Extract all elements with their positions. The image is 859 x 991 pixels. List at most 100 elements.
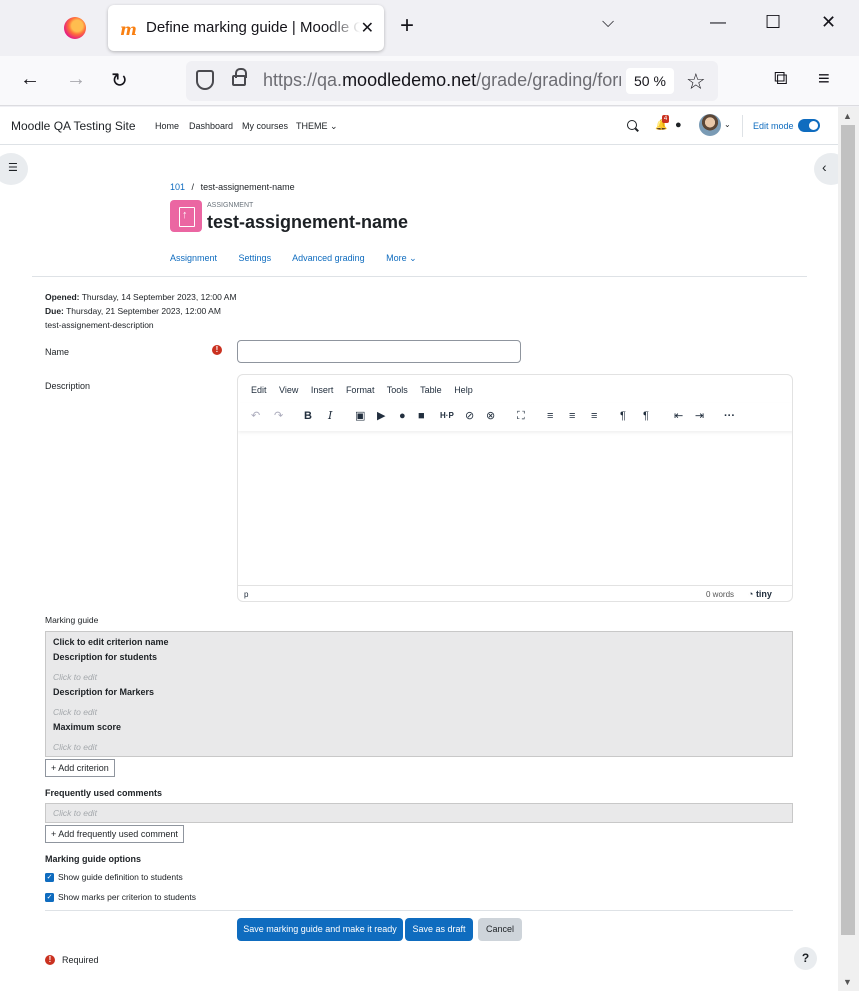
editor-menu-help[interactable]: Help	[454, 385, 473, 395]
show-definition-label[interactable]: Show guide definition to students	[58, 872, 183, 882]
align-left-icon[interactable]: ≡	[547, 410, 553, 422]
redo-icon[interactable]: ↷	[274, 410, 283, 422]
nav-dashboard[interactable]: Dashboard	[189, 121, 233, 131]
nav-theme[interactable]: THEME ⌄	[296, 121, 338, 132]
nav-my-courses[interactable]: My courses	[242, 121, 288, 131]
h5p-icon[interactable]: H·P	[440, 410, 454, 422]
padlock-icon[interactable]	[232, 68, 247, 86]
italic-icon[interactable]: I	[328, 410, 332, 422]
page-content: Moodle QA Testing Site Home Dashboard My…	[0, 107, 838, 991]
tracking-shield-icon[interactable]	[196, 70, 214, 90]
bold-icon[interactable]: B	[304, 410, 312, 422]
show-marks-checkbox[interactable]: ✓	[45, 893, 54, 902]
tab-list-chevron-icon[interactable]: ⌵	[602, 14, 614, 32]
editor-element-path[interactable]: p	[244, 590, 248, 599]
edit-mode-toggle[interactable]	[798, 119, 820, 132]
editor-menu-edit[interactable]: Edit	[251, 385, 267, 395]
hamburger-menu-icon[interactable]: ≡	[818, 68, 830, 91]
cancel-button[interactable]: Cancel	[478, 918, 522, 941]
microphone-icon[interactable]: ●	[399, 410, 406, 422]
frequent-comments-box: Click to edit	[45, 803, 793, 823]
close-window-icon[interactable]: ✕	[821, 12, 836, 33]
messages-chat-icon[interactable]: ●	[675, 119, 682, 131]
tiny-logo-icon: ◔	[748, 589, 756, 599]
add-criterion-button[interactable]: + Add criterion	[45, 759, 115, 777]
new-tab-plus-icon[interactable]: +	[400, 12, 414, 40]
back-arrow-icon[interactable]: ←	[20, 68, 40, 91]
rtl-icon[interactable]: ¶	[643, 410, 649, 422]
frequent-comments-label: Frequently used comments	[45, 788, 163, 798]
tab-close-icon[interactable]: ✕	[361, 18, 374, 38]
page-scrollbar[interactable]: ▲ ▼	[838, 107, 859, 991]
criterion-box: Click to edit criterion name Description…	[45, 631, 793, 757]
tab-assignment[interactable]: Assignment	[170, 253, 217, 263]
user-menu-chevron-icon[interactable]: ⌄	[724, 120, 731, 129]
tab-more[interactable]: More ⌄	[386, 253, 417, 263]
user-avatar[interactable]	[699, 114, 721, 136]
forward-arrow-icon[interactable]: →	[66, 68, 86, 91]
bookmark-star-icon[interactable]: ☆	[686, 69, 706, 95]
indent-icon[interactable]: ⇥	[695, 410, 704, 422]
activity-type: ASSIGNMENT	[207, 202, 254, 209]
unlink-icon[interactable]: ⊗	[486, 410, 495, 422]
tab-settings[interactable]: Settings	[239, 253, 272, 263]
link-icon[interactable]: ⊘	[465, 410, 474, 422]
tab-advanced-grading[interactable]: Advanced grading	[292, 253, 365, 263]
scrollbar-thumb[interactable]	[841, 125, 855, 935]
firefox-logo-icon	[64, 17, 86, 39]
save-ready-button[interactable]: Save marking guide and make it ready	[237, 918, 403, 941]
align-center-icon[interactable]: ≡	[569, 410, 575, 422]
save-draft-button[interactable]: Save as draft	[405, 918, 473, 941]
align-right-icon[interactable]: ≡	[591, 410, 597, 422]
name-input[interactable]	[237, 340, 521, 363]
breadcrumb-current: test-assignement-name	[200, 182, 295, 192]
url-text[interactable]: https://qa.moodledemo.net/grade/grading/…	[263, 70, 621, 91]
video-camera-icon[interactable]: ■	[418, 410, 425, 422]
reload-icon[interactable]: ↻	[111, 68, 128, 93]
editor-menu-table[interactable]: Table	[420, 385, 442, 395]
criterion-desc-students-field[interactable]: Click to edit	[53, 672, 97, 682]
fullscreen-icon[interactable]: ⛶	[517, 410, 525, 422]
outdent-icon[interactable]: ⇤	[674, 410, 683, 422]
image-icon[interactable]: ▣	[355, 410, 365, 422]
nav-home[interactable]: Home	[155, 121, 179, 131]
marking-guide-label: Marking guide	[45, 615, 99, 625]
notification-badge: 4	[662, 115, 669, 123]
frequent-comment-field[interactable]: Click to edit	[53, 808, 97, 818]
editor-content-area[interactable]	[238, 431, 792, 585]
show-definition-checkbox[interactable]: ✓	[45, 873, 54, 882]
editor-menubar: Edit View Insert Format Tools Table Help	[251, 385, 483, 395]
maximize-window-icon[interactable]: ☐	[765, 12, 781, 33]
editor-word-count[interactable]: 0 words	[706, 590, 734, 599]
ltr-icon[interactable]: ¶	[620, 410, 626, 422]
more-toolbar-icon[interactable]: ···	[724, 410, 735, 422]
url-bar[interactable]: https://qa.moodledemo.net/grade/grading/…	[186, 61, 718, 101]
criterion-desc-markers-field[interactable]: Click to edit	[53, 707, 97, 717]
description-label: Description	[45, 381, 91, 391]
zoom-level[interactable]: 50 %	[626, 68, 674, 94]
assignment-upload-icon	[170, 200, 202, 232]
help-button[interactable]: ?	[794, 947, 817, 970]
browser-tab-active[interactable]: m Define marking guide | Moodle QA Testi…	[108, 5, 384, 51]
criterion-name[interactable]: Click to edit criterion name	[53, 637, 169, 647]
add-frequent-comment-button[interactable]: + Add frequently used comment	[45, 825, 184, 843]
scroll-down-arrow-icon[interactable]: ▼	[843, 977, 852, 987]
search-icon[interactable]	[627, 120, 637, 130]
show-marks-label[interactable]: Show marks per criterion to students	[58, 892, 196, 902]
tiny-logo: ◔ tiny	[748, 589, 772, 599]
course-index-drawer-button[interactable]: ☰	[0, 153, 28, 185]
editor-menu-format[interactable]: Format	[346, 385, 375, 395]
media-icon[interactable]: ▶	[377, 410, 385, 422]
editor-menu-insert[interactable]: Insert	[311, 385, 334, 395]
breadcrumb-course[interactable]: 101	[170, 182, 185, 192]
editor-menu-view[interactable]: View	[279, 385, 298, 395]
site-name[interactable]: Moodle QA Testing Site	[11, 119, 136, 133]
block-drawer-button[interactable]: ‹	[814, 153, 838, 185]
editor-menu-tools[interactable]: Tools	[387, 385, 408, 395]
scroll-up-arrow-icon[interactable]: ▲	[843, 111, 852, 121]
criterion-max-score-field[interactable]: Click to edit	[53, 742, 97, 752]
extensions-puzzle-icon[interactable]: ⧉	[774, 68, 788, 90]
criterion-desc-markers-label: Description for Markers	[53, 687, 155, 697]
minimize-window-icon[interactable]: —	[710, 14, 726, 32]
undo-icon[interactable]: ↶	[251, 410, 260, 422]
